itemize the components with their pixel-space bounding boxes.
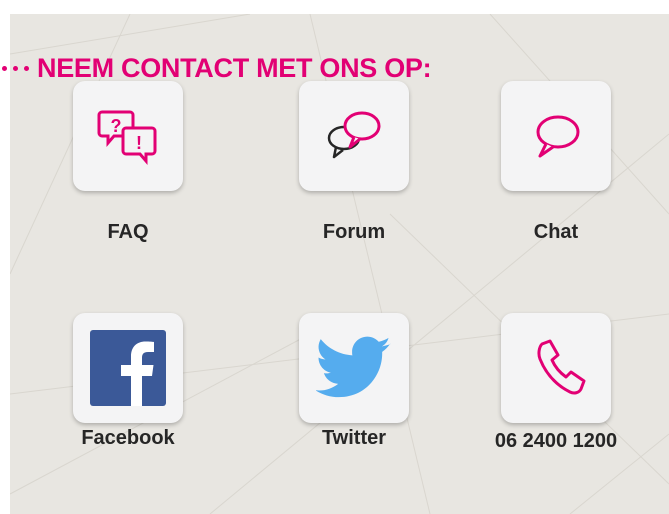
svg-text:!: ! [136,133,142,153]
forum-label[interactable]: Forum [274,221,434,244]
twitter-icon [316,336,391,398]
chat-label[interactable]: Chat [476,221,636,244]
chat-icon [536,115,580,158]
faq-tile[interactable]: ? ! [73,81,183,191]
forum-tile[interactable] [299,81,409,191]
phone-icon [537,339,586,395]
chat-tile[interactable] [501,81,611,191]
heading-text: NEEM CONTACT MET ONS OP: [37,53,432,83]
facebook-label[interactable]: Facebook [48,427,208,450]
svg-text:?: ? [111,116,122,136]
forum-icon [327,111,381,159]
dots-decoration [2,66,29,71]
contact-heading: NEEM CONTACT MET ONS OP: [2,53,432,84]
twitter-label[interactable]: Twitter [274,427,434,450]
faq-label[interactable]: FAQ [48,221,208,244]
faq-icon: ? ! [97,110,157,166]
twitter-tile[interactable] [299,313,409,423]
facebook-icon [90,330,166,406]
phone-tile[interactable] [501,313,611,423]
phone-label[interactable]: 06 2400 1200 [476,430,636,453]
facebook-tile[interactable] [73,313,183,423]
